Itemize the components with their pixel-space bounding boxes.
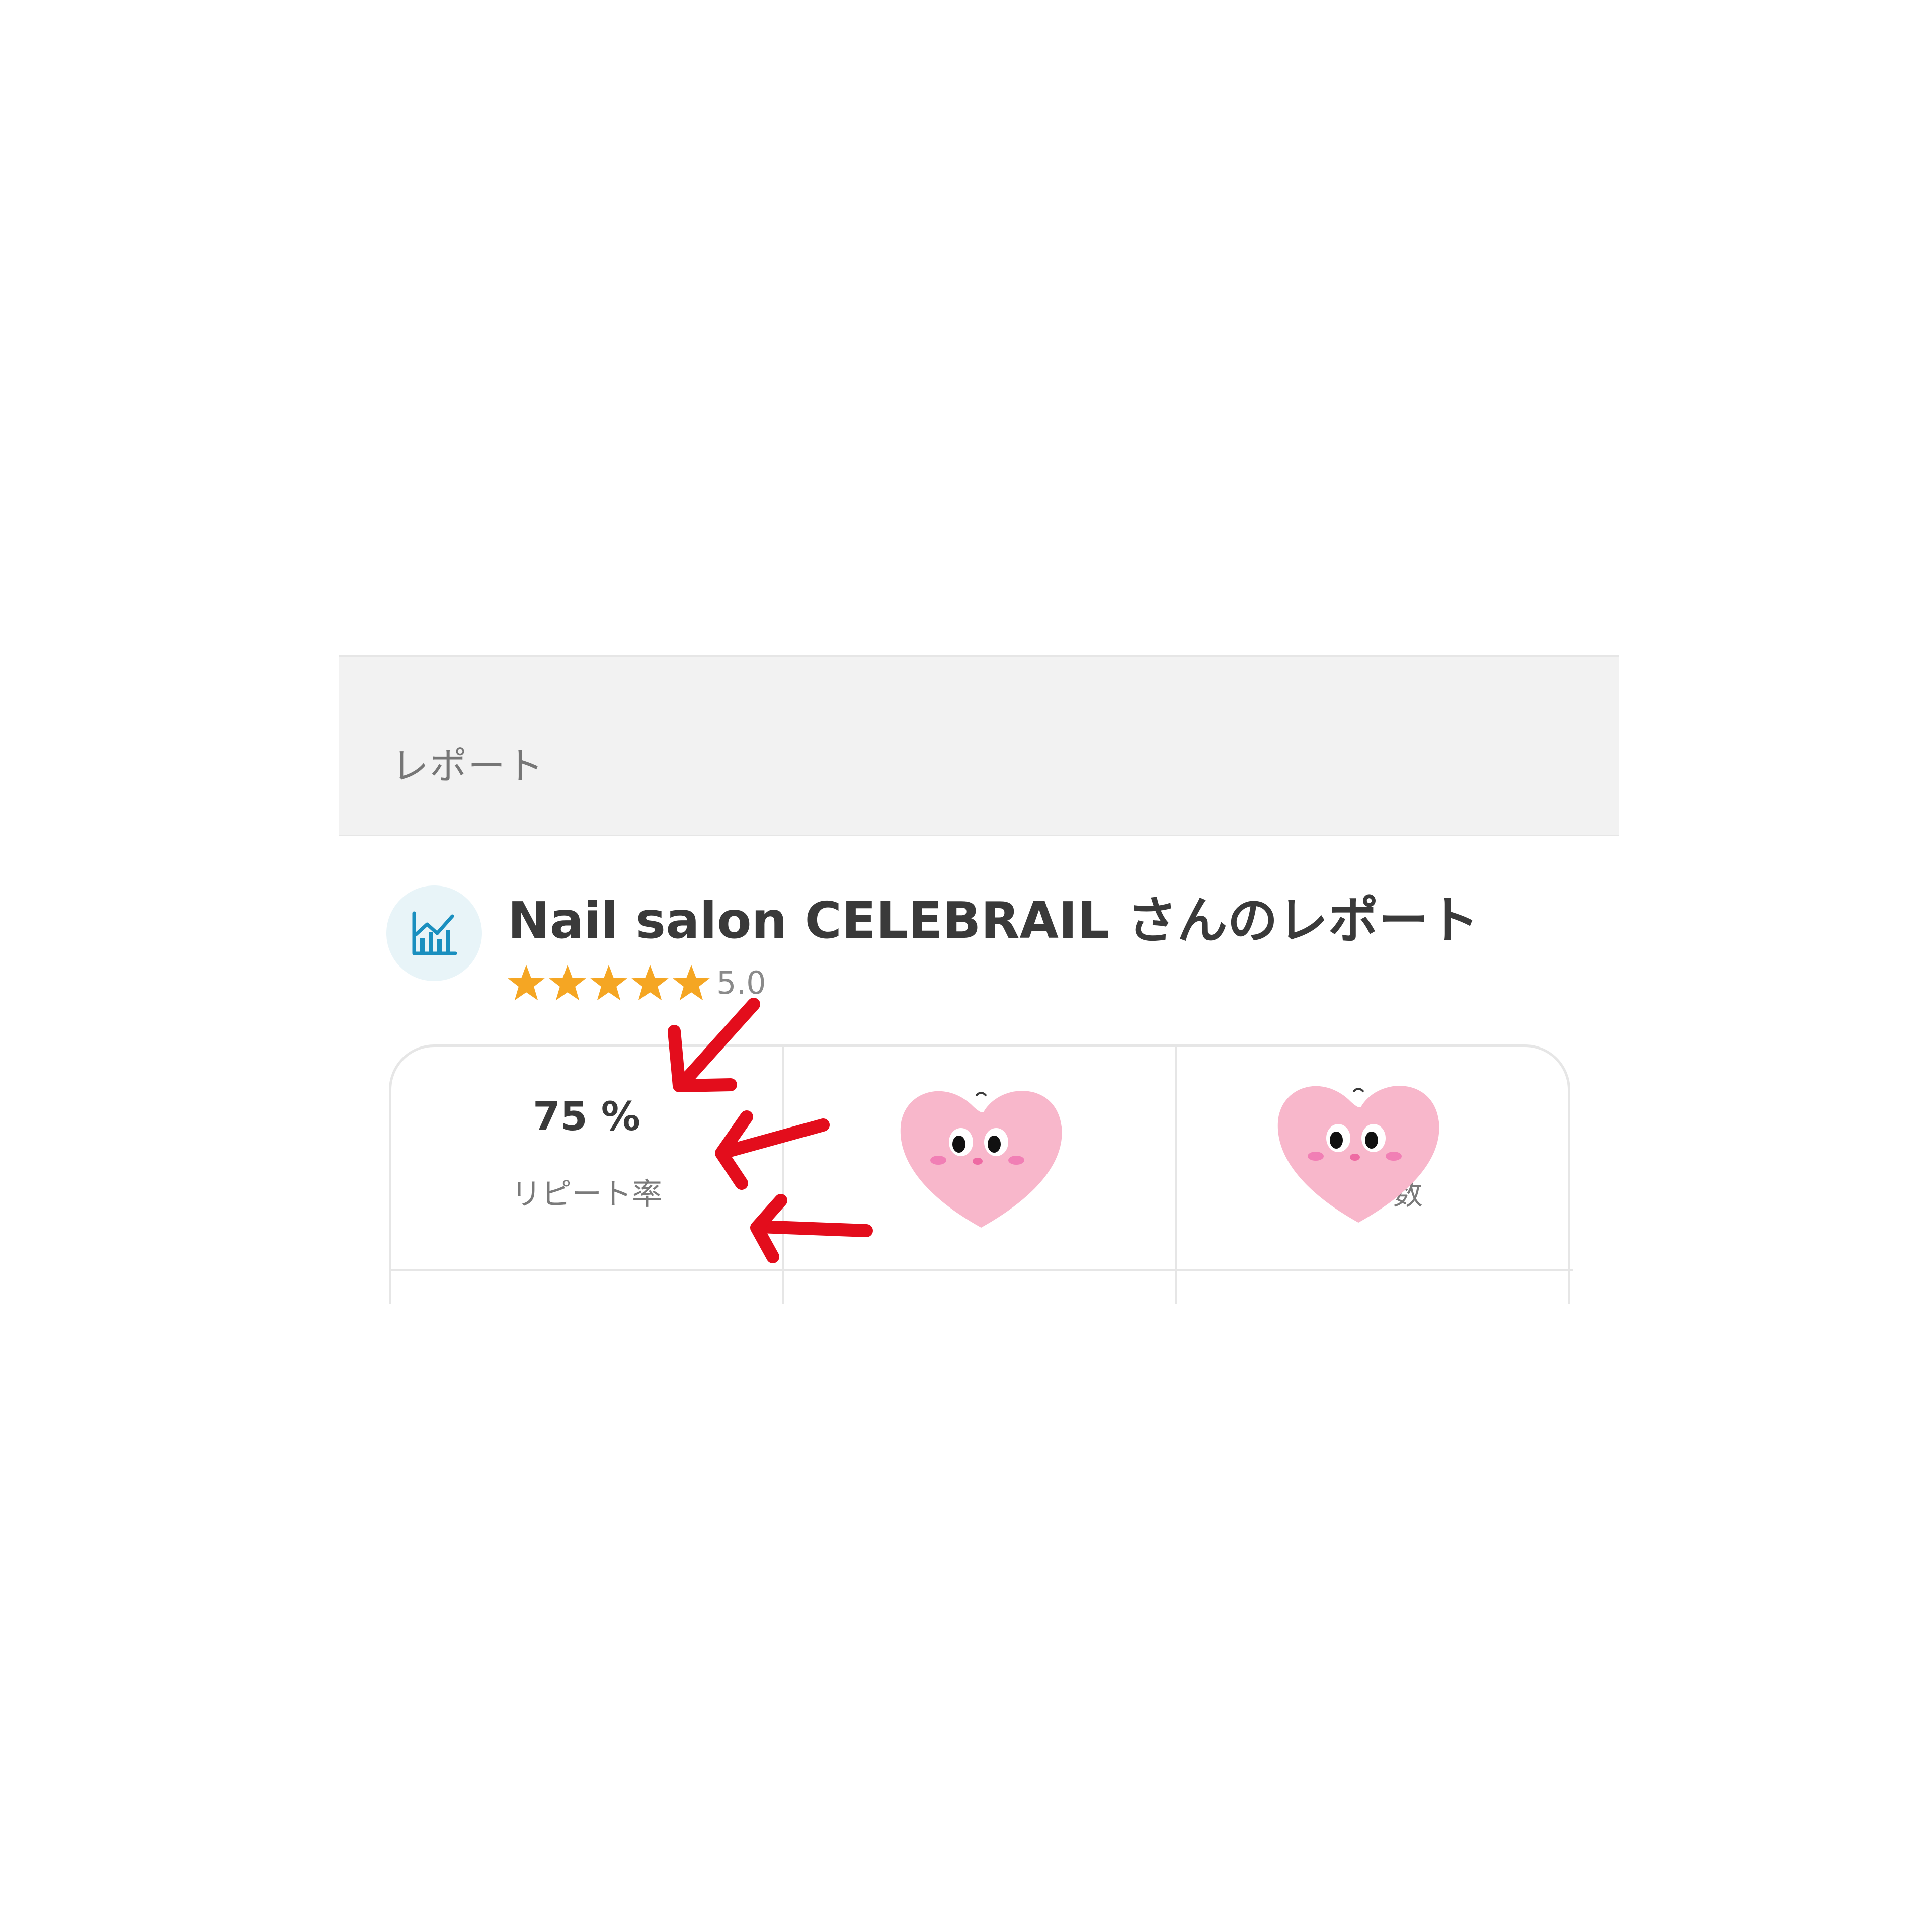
red-arrow-icon <box>715 1110 830 1190</box>
bar-chart-icon <box>412 911 457 955</box>
heart-sticker <box>900 1091 1062 1228</box>
red-arrow-icon <box>668 998 760 1092</box>
star-icon <box>549 964 586 1001</box>
report-icon-badge <box>386 886 482 981</box>
stats-divider <box>1175 1047 1177 1304</box>
heart-sticker <box>1277 1086 1439 1223</box>
star-icon <box>508 964 545 1001</box>
red-arrow-icon <box>750 1194 873 1263</box>
star-icon <box>590 964 627 1001</box>
report-title: Nail salon CELEBRAIL さんのレポート <box>508 891 1479 950</box>
stats-divider <box>391 1269 1573 1271</box>
section-title: レポート <box>391 745 544 788</box>
section-header: レポート <box>339 655 1619 836</box>
